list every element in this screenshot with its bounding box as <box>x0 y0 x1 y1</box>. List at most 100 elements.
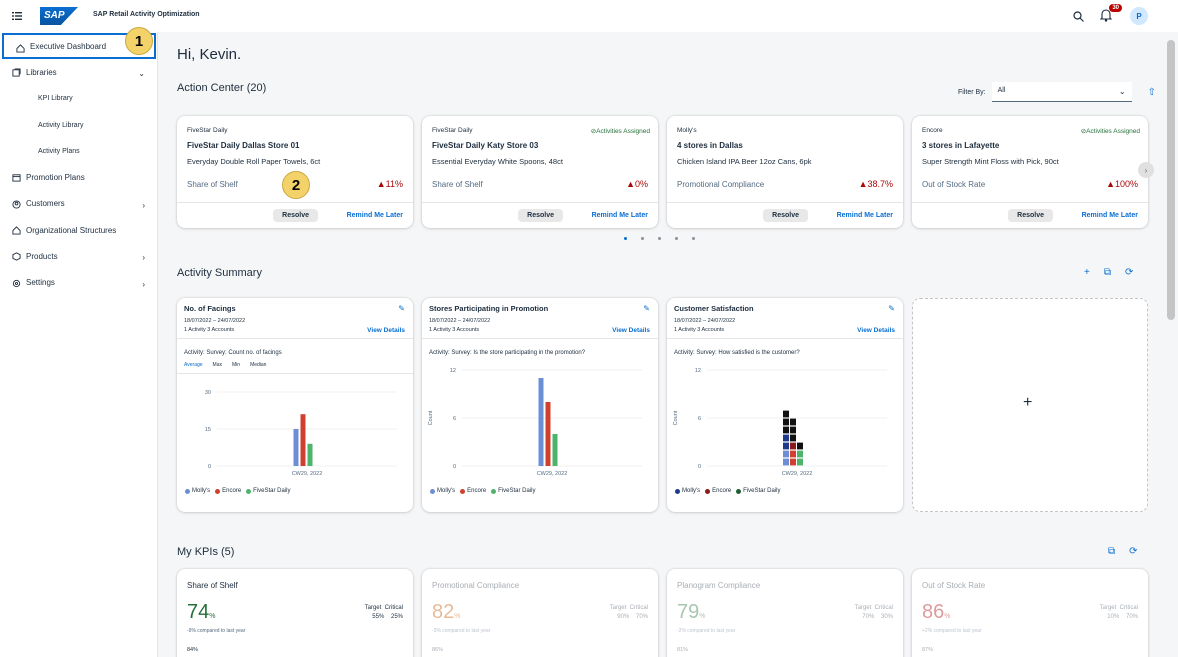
add-icon[interactable]: + <box>1084 267 1090 278</box>
carousel-dot[interactable] <box>692 237 695 240</box>
search-icon[interactable] <box>1073 10 1084 22</box>
remind-later-button[interactable]: Remind Me Later <box>1082 212 1138 219</box>
activity-card[interactable]: Customer Satisfaction ✎ 18/07/2022 – 24/… <box>667 298 903 512</box>
legend-item: Molly's <box>675 488 700 494</box>
kpi-comparison: -9% compared to last year <box>187 628 246 634</box>
remind-later-button[interactable]: Remind Me Later <box>592 212 648 219</box>
kpi-targets: Target Critical 90% 70% <box>609 605 648 620</box>
action-card[interactable]: Encore ⊘Activities Assigned 3 stores in … <box>912 116 1148 228</box>
kpi-comparison: -3% compared to last year <box>432 628 491 634</box>
my-kpis-title: My KPIs (5) <box>177 546 235 558</box>
store-name: FiveStar Daily <box>187 127 228 134</box>
x-tick-label: CW29, 2022 <box>537 471 568 477</box>
kpi-card[interactable]: Promotional Compliance 82% Target Critic… <box>422 569 658 657</box>
kpi-title: Planogram Compliance <box>677 581 761 590</box>
menu-icon[interactable] <box>12 11 22 21</box>
sidebar-item-activity-library[interactable]: Activity Library <box>0 112 157 138</box>
bar-segment <box>790 418 796 426</box>
view-details-link[interactable]: View Details <box>612 327 650 334</box>
carousel-dot[interactable] <box>624 237 627 240</box>
activity-summary-title: Activity Summary <box>177 267 262 279</box>
bar-segment <box>783 426 789 434</box>
kpi-name: Out of Stock Rate <box>922 180 986 189</box>
sidebar-item-settings[interactable]: Settings › <box>0 270 157 296</box>
remind-later-button[interactable]: Remind Me Later <box>837 212 893 219</box>
carousel-next-button[interactable]: › <box>1138 162 1154 178</box>
filter-bar: Filter By: All ⌄ ⇧ <box>958 82 1156 102</box>
bar <box>293 429 299 466</box>
bar-segment <box>790 442 796 450</box>
sidebar-item-kpi-library[interactable]: KPI Library <box>0 86 157 112</box>
activity-card[interactable]: No. of Facings ✎ 18/07/2022 – 24/07/2022… <box>177 298 413 512</box>
store-name: Molly's <box>677 127 697 134</box>
x-tick-label: CW29, 2022 <box>782 471 813 477</box>
carousel-dot[interactable] <box>658 237 661 240</box>
kpi-title: Share of Shelf <box>187 581 238 590</box>
open-icon[interactable]: ⧉ <box>1108 546 1115 557</box>
accounts-count: 1 Activity 3 Accounts <box>184 327 235 333</box>
kpi-card[interactable]: Share of Shelf 74% Target Critical 55% 25… <box>177 569 413 657</box>
filter-select[interactable]: All ⌄ <box>991 82 1132 102</box>
accounts-count: 1 Activity 3 Accounts <box>429 327 480 333</box>
greeting: Hi, Kevin. <box>177 46 242 63</box>
bar-segment <box>797 450 803 458</box>
bar-segment <box>790 450 796 458</box>
legend-item: FiveStar Daily <box>246 488 291 494</box>
sidebar-item-organizational-structures[interactable]: Organizational Structures <box>0 217 157 243</box>
carousel-dot[interactable] <box>675 237 678 240</box>
settings-icon <box>12 279 21 287</box>
open-icon[interactable]: ⧉ <box>1104 267 1111 278</box>
sidebar-item-activity-plans[interactable]: Activity Plans <box>0 138 157 164</box>
sidebar-item-label: Libraries <box>26 67 57 77</box>
kpi-card[interactable]: Planogram Compliance 79% Target Critical… <box>667 569 903 657</box>
remind-later-button[interactable]: Remind Me Later <box>347 212 403 219</box>
avatar[interactable]: P <box>1130 7 1148 25</box>
add-activity-card[interactable]: + <box>912 298 1148 512</box>
main-content: Hi, Kevin. Action Center (20) Filter By:… <box>158 32 1164 657</box>
activity-card[interactable]: Stores Participating in Promotion ✎ 18/0… <box>422 298 658 512</box>
kpi-card[interactable]: Out of Stock Rate 86% Target Critical 10%… <box>912 569 1148 657</box>
upload-icon[interactable]: ⇧ <box>1148 87 1156 98</box>
sap-logo[interactable]: SAP <box>40 7 78 25</box>
resolve-button[interactable]: Resolve <box>763 209 808 222</box>
resolve-button[interactable]: Resolve <box>273 209 318 222</box>
kpi-value: ▲0% <box>626 179 648 189</box>
tab-average[interactable]: Average <box>184 362 203 368</box>
bar-segment <box>797 442 803 450</box>
sidebar-item-libraries[interactable]: Libraries ⌄ <box>0 59 157 85</box>
link-icon[interactable]: ⟳ <box>1129 546 1137 557</box>
edit-icon[interactable]: ✎ <box>888 304 895 313</box>
tab-max[interactable]: Max <box>213 362 222 368</box>
vertical-scrollbar[interactable] <box>1164 32 1178 657</box>
carousel-dot[interactable] <box>641 237 644 240</box>
sidebar-item-customers[interactable]: Customers › <box>0 191 157 217</box>
app-title: SAP Retail Activity Optimization <box>93 11 200 18</box>
tab-median[interactable]: Median <box>250 362 266 368</box>
bar-segment <box>783 410 789 418</box>
view-details-link[interactable]: View Details <box>367 327 405 334</box>
bar-segment <box>783 434 789 442</box>
action-card[interactable]: Molly's 4 stores in Dallas Chicken Islan… <box>667 116 903 228</box>
scrollbar-thumb[interactable] <box>1167 40 1175 320</box>
edit-icon[interactable]: ✎ <box>643 304 650 313</box>
tab-min[interactable]: Min <box>232 362 240 368</box>
sidebar-item-promotion-plans[interactable]: Promotion Plans <box>0 164 157 190</box>
link-icon[interactable]: ⟳ <box>1125 267 1133 278</box>
bar-segment <box>783 442 789 450</box>
calendar-icon <box>12 174 21 183</box>
view-details-link[interactable]: View Details <box>857 327 895 334</box>
resolve-button[interactable]: Resolve <box>518 209 563 222</box>
sidebar-item-label: Settings <box>26 278 55 288</box>
store-name: FiveStar Daily <box>432 127 473 134</box>
kpi-sub-value: 87% <box>922 647 934 653</box>
bar-segment <box>783 458 789 466</box>
notifications-button[interactable]: 30 <box>1099 4 1122 23</box>
product-name: Super Strength Mint Floss with Pick, 90c… <box>922 157 1059 166</box>
legend-item: Encore <box>215 488 241 494</box>
kpi-targets: Target Critical 55% 25% <box>364 605 403 620</box>
resolve-button[interactable]: Resolve <box>1008 209 1053 222</box>
activity-question: Activity: Survey: Count no. of facings <box>184 350 282 356</box>
edit-icon[interactable]: ✎ <box>398 304 405 313</box>
action-card[interactable]: FiveStar Daily ⊘Activities Assigned Five… <box>422 116 658 228</box>
sidebar-item-products[interactable]: Products › <box>0 243 157 269</box>
